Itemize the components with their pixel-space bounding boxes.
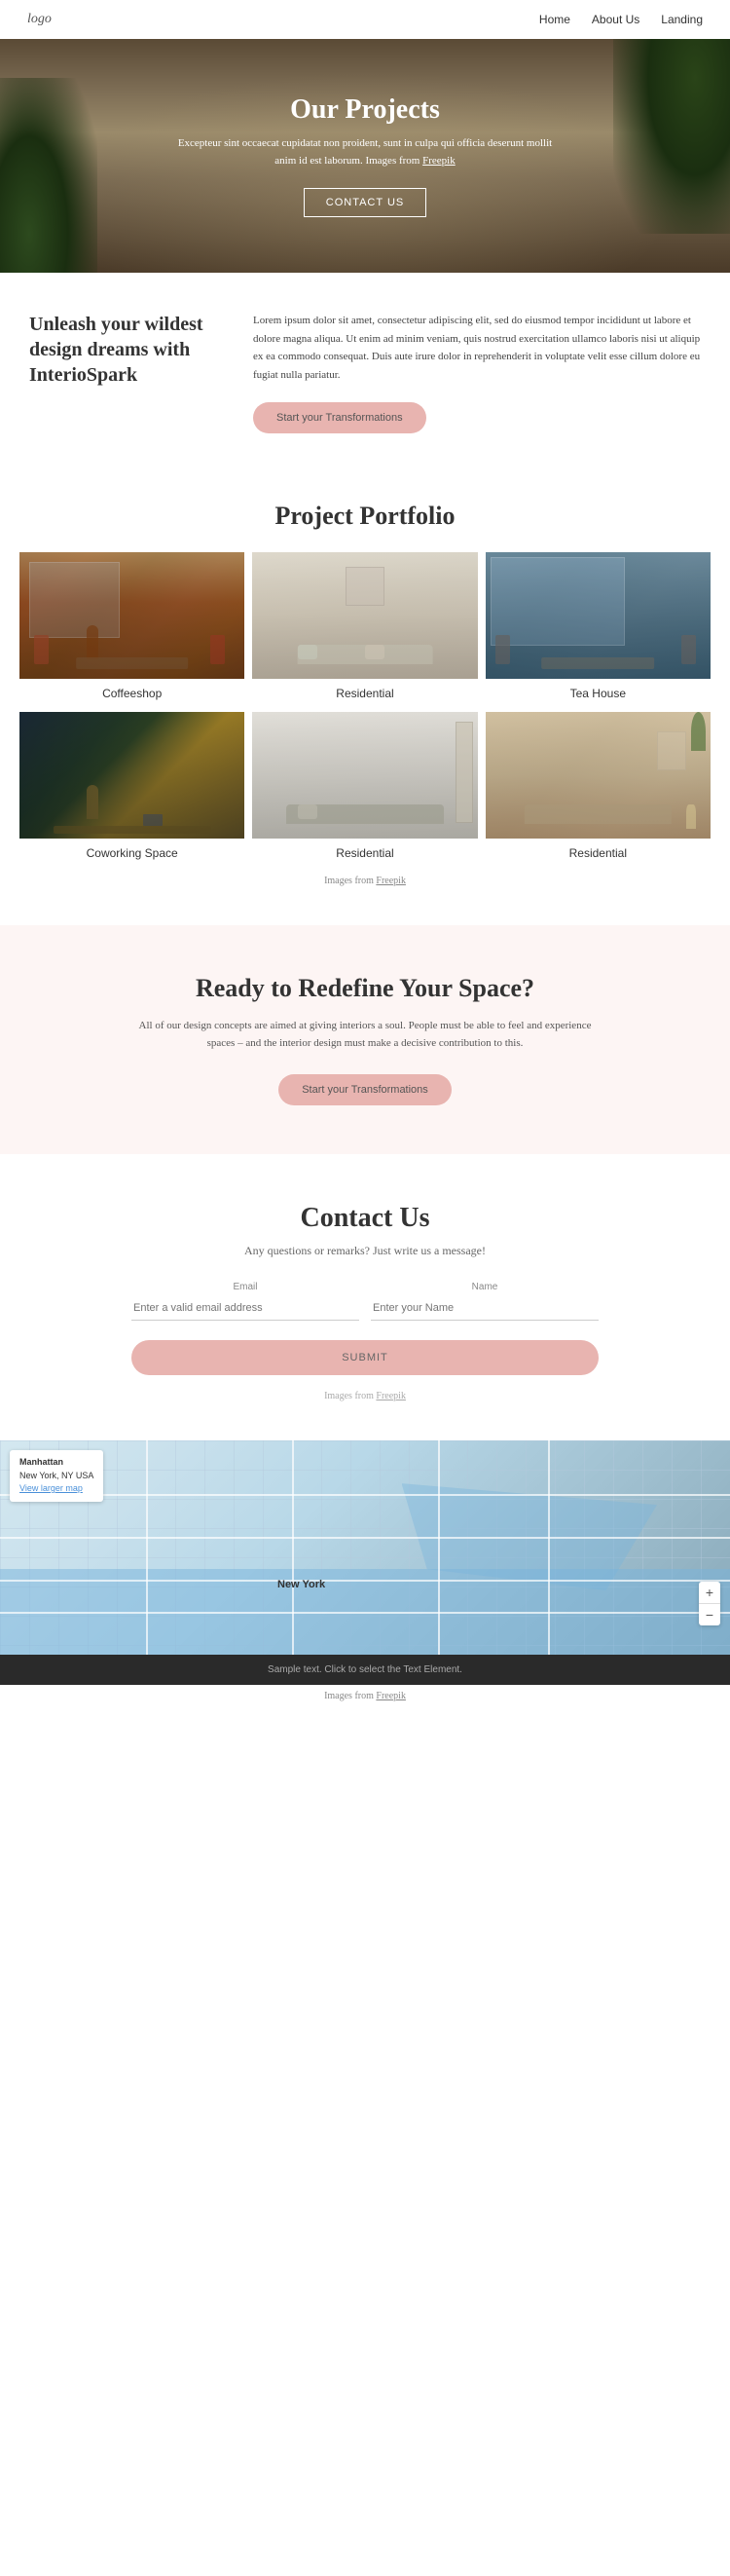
portfolio-section: Project Portfolio Coffeeshop — [0, 472, 730, 915]
map-location-address: New York, NY USA — [19, 1471, 93, 1480]
form-row: Email Name — [131, 1282, 599, 1321]
footer-text: Sample text. Click to select the Text El… — [268, 1664, 462, 1675]
contact-form: Email Name SUBMIT — [131, 1282, 599, 1375]
hero-section: Our Projects Excepteur sint occaecat cup… — [0, 39, 730, 273]
hero-description: Excepteur sint occaecat cupidatat non pr… — [170, 135, 560, 169]
map-location-title: Manhattan — [19, 1457, 63, 1467]
nav-landing[interactable]: Landing — [661, 13, 703, 26]
footer-note: Images from Freepik — [0, 1685, 730, 1707]
email-field-wrapper: Email — [131, 1282, 359, 1321]
redefine-title: Ready to Redefine Your Space? — [58, 974, 672, 1003]
about-right: Lorem ipsum dolor sit amet, consectetur … — [253, 312, 701, 433]
name-label: Name — [371, 1282, 599, 1292]
portfolio-title: Project Portfolio — [19, 502, 711, 531]
map-info-box: Manhattan New York, NY USA View larger m… — [10, 1450, 103, 1502]
logo: logo — [27, 12, 52, 27]
contact-us-button[interactable]: CONTACT US — [304, 188, 427, 217]
email-input[interactable] — [131, 1296, 359, 1321]
contact-note: Images from Freepik — [78, 1391, 652, 1401]
about-left: Unleash your wildest design dreams with … — [29, 312, 224, 388]
freepik-link-footer[interactable]: Freepik — [376, 1691, 406, 1701]
contact-title: Contact Us — [78, 1203, 652, 1234]
freepik-link-contact[interactable]: Freepik — [376, 1391, 406, 1401]
portfolio-item-residential1[interactable]: Residential — [252, 552, 477, 704]
portfolio-label-coworking: Coworking Space — [19, 839, 244, 864]
navigation: logo Home About Us Landing — [0, 0, 730, 39]
portfolio-item-residential2[interactable]: Residential — [252, 712, 477, 864]
portfolio-label-residential2: Residential — [252, 839, 477, 864]
nav-home[interactable]: Home — [539, 13, 570, 26]
portfolio-item-residential3[interactable]: Residential — [486, 712, 711, 864]
nav-links: Home About Us Landing — [539, 13, 703, 26]
portfolio-note: Images from Freepik — [19, 876, 711, 896]
hero-title: Our Projects — [170, 94, 560, 126]
about-heading: Unleash your wildest design dreams with … — [29, 312, 224, 388]
portfolio-label-coffeeshop: Coffeeshop — [19, 679, 244, 704]
redefine-description: All of our design concepts are aimed at … — [131, 1017, 599, 1053]
nav-about[interactable]: About Us — [592, 13, 639, 26]
portfolio-label-teahouse: Tea House — [486, 679, 711, 704]
portfolio-item-coffeeshop[interactable]: Coffeeshop — [19, 552, 244, 704]
about-body: Lorem ipsum dolor sit amet, consectetur … — [253, 312, 701, 385]
map-city-label: New York — [277, 1579, 325, 1590]
contact-section: Contact Us Any questions or remarks? Jus… — [0, 1164, 730, 1440]
map-zoom-in[interactable]: + — [699, 1582, 720, 1603]
redefine-cta-button[interactable]: Start your Transformations — [278, 1074, 452, 1105]
map-zoom-out[interactable]: − — [699, 1604, 720, 1625]
about-section: Unleash your wildest design dreams with … — [0, 273, 730, 472]
email-label: Email — [131, 1282, 359, 1292]
about-cta-button[interactable]: Start your Transformations — [253, 402, 426, 433]
map-view-larger[interactable]: View larger map — [19, 1483, 83, 1493]
hero-content: Our Projects Excepteur sint occaecat cup… — [151, 75, 579, 236]
contact-subtitle: Any questions or remarks? Just write us … — [78, 1244, 652, 1258]
portfolio-grid: Coffeeshop Residential — [19, 552, 711, 864]
map-zoom-controls: + − — [699, 1582, 720, 1625]
map-section: New York Manhattan New York, NY USA View… — [0, 1440, 730, 1655]
freepik-link-hero[interactable]: Freepik — [422, 155, 456, 167]
portfolio-item-coworking[interactable]: Coworking Space — [19, 712, 244, 864]
portfolio-label-residential1: Residential — [252, 679, 477, 704]
name-field-wrapper: Name — [371, 1282, 599, 1321]
name-input[interactable] — [371, 1296, 599, 1321]
portfolio-label-residential3: Residential — [486, 839, 711, 864]
redefine-section: Ready to Redefine Your Space? All of our… — [0, 925, 730, 1154]
footer: Sample text. Click to select the Text El… — [0, 1655, 730, 1685]
portfolio-item-teahouse[interactable]: Tea House — [486, 552, 711, 704]
freepik-link-portfolio[interactable]: Freepik — [376, 876, 406, 886]
submit-button[interactable]: SUBMIT — [131, 1340, 599, 1375]
